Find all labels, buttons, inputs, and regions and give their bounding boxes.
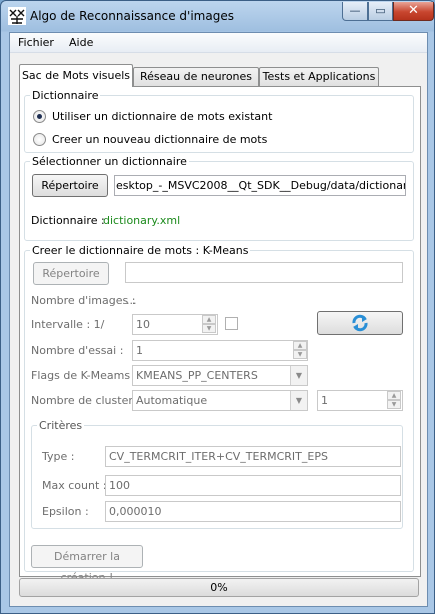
radio-new[interactable] [33,133,46,146]
nb-cluster-value: Automatique [136,394,208,407]
dictionnaire-group-title: Dictionnaire [30,89,101,102]
nb-cluster-label: Nombre de cluster : [31,394,141,407]
nb-cluster-spinner[interactable]: ▲ ▼ [387,391,401,410]
menu-fichier[interactable]: Fichier [18,36,54,49]
dict-label: Dictionnaire : [31,214,105,227]
spin-down-icon[interactable]: ▼ [202,324,216,333]
progress-bar: 0% [19,578,419,597]
select-dict-group-title: Sélectionner un dictionnaire [30,155,189,168]
kmeans-group-title: Creer le dictionnaire de mots : K-Means [30,244,251,257]
app-icon [8,7,26,25]
minimize-button[interactable]: — [342,2,368,21]
epsilon-input[interactable]: 0,000010 [105,501,401,522]
radio-existing[interactable] [33,110,46,123]
nb-cluster-select[interactable]: Automatique ▼ [132,390,308,411]
nb-images-value: ... [126,294,137,307]
spin-down-icon[interactable]: ▼ [293,350,307,359]
flags-value: KMEANS_PP_CENTERS [136,369,258,382]
radio-existing-label[interactable]: Utiliser un dictionnaire de mots existan… [52,110,272,123]
window-frame: Algo de Reconnaissance d'images — ▭ ✕ Fi… [0,0,435,614]
spin-up-icon[interactable]: ▲ [293,341,307,350]
max-count-input[interactable]: 100 [105,475,401,496]
max-count-label: Max count : [42,479,107,492]
epsilon-label: Epsilon : [42,505,89,518]
intervalle-label: Intervalle : 1/ [31,318,105,331]
chevron-down-icon[interactable]: ▼ [290,391,307,410]
criteres-group: Critères Type : CV_TERMCRIT_ITER+CV_TERM… [31,419,403,529]
spin-up-icon[interactable]: ▲ [202,315,216,324]
refresh-icon [352,314,368,332]
intervalle-checkbox[interactable] [225,317,238,330]
spin-up-icon[interactable]: ▲ [387,391,401,400]
intervalle-spinner[interactable]: ▲ ▼ [202,315,216,334]
nb-essai-label: Nombre d'essai : [31,344,124,357]
dict-path-input[interactable]: esktop_-_MSVC2008__Qt_SDK__Debug/data/di… [114,175,406,196]
kmeans-repertoire-button[interactable]: Répertoire [33,262,109,285]
menu-bar: Fichier Aide [10,33,427,53]
flags-select[interactable]: KMEANS_PP_CENTERS ▼ [132,365,308,386]
maximize-button[interactable]: ▭ [368,2,393,21]
criteres-group-title: Critères [37,419,85,432]
kmeans-path-input[interactable] [125,262,403,283]
dictionnaire-group: Dictionnaire Utiliser un dictionnaire de… [24,89,414,153]
nb-images-label: Nombre d'images : [31,294,136,307]
radio-new-label[interactable]: Creer un nouveau dictionnaire de mots [52,133,267,146]
type-label: Type : [42,450,75,463]
repertoire-button[interactable]: Répertoire [32,174,108,197]
nb-essai-input[interactable]: 1 [132,340,308,361]
flags-label: Flags de K-Meams : [31,369,138,382]
tab-reseau-neurones[interactable]: Réseau de neurones [133,67,259,86]
close-button[interactable]: ✕ [393,2,434,21]
nb-essai-spinner[interactable]: ▲ ▼ [293,341,307,360]
tab-sac-de-mots[interactable]: Sac de Mots visuels [19,64,133,87]
menu-aide[interactable]: Aide [69,36,93,49]
refresh-button[interactable] [317,311,403,335]
title-bar[interactable]: Algo de Reconnaissance d'images — ▭ ✕ [1,1,434,31]
chevron-down-icon[interactable]: ▼ [290,366,307,385]
kmeans-group: Creer le dictionnaire de mots : K-Means … [24,244,414,584]
dict-value: dictionary.xml [103,214,181,227]
spin-down-icon[interactable]: ▼ [387,400,401,409]
tab-tests-applications[interactable]: Tests et Applications [259,67,379,86]
tab-pane: Dictionnaire Utiliser un dictionnaire de… [19,86,421,584]
progress-label: 0% [210,581,228,594]
client-area: Fichier Aide Sac de Mots visuels Réseau … [9,32,428,607]
start-creation-button[interactable]: Démarrer la création ! [31,545,143,584]
window-title: Algo de Reconnaissance d'images [30,9,234,23]
type-input[interactable]: CV_TERMCRIT_ITER+CV_TERMCRIT_EPS [105,446,401,467]
select-dict-group: Sélectionner un dictionnaire Répertoire … [24,155,414,241]
